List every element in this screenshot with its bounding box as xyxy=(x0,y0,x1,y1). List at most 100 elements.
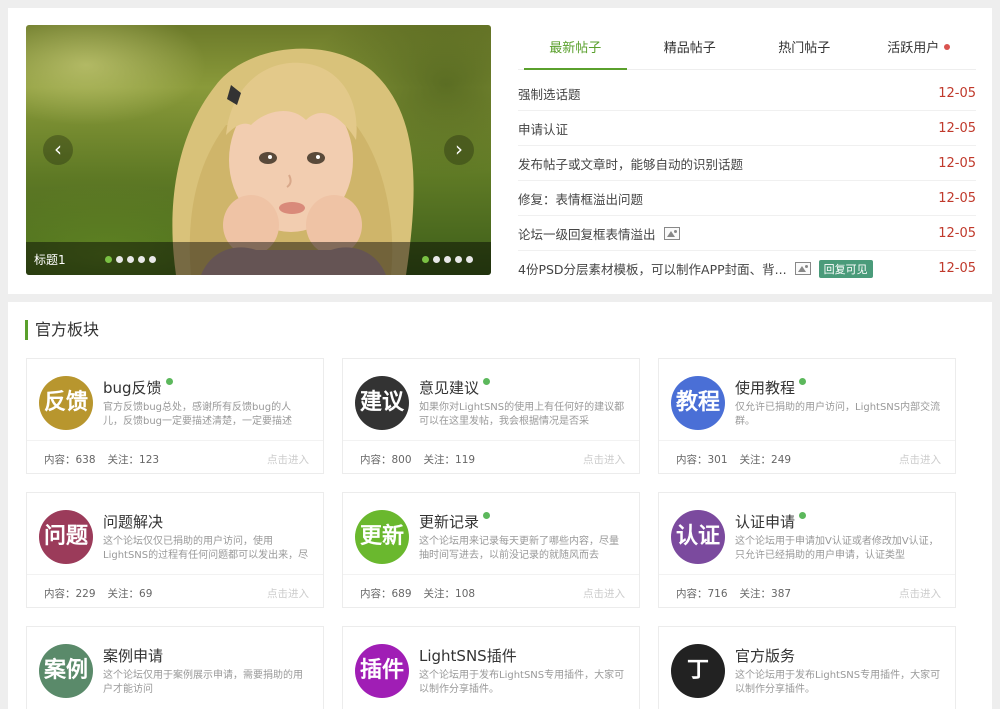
tab-featured-posts[interactable]: 精品帖子 xyxy=(633,34,748,69)
post-date: 12-05 xyxy=(938,155,976,171)
enter-link[interactable]: 点击进入 xyxy=(583,586,625,601)
slide-dots-left[interactable] xyxy=(105,256,156,263)
board-description: 官方反馈bug总处，感谢所有反馈bug的人儿，反馈bug一定要描述清楚，一定要描… xyxy=(103,402,293,427)
enter-link[interactable]: 点击进入 xyxy=(899,452,941,467)
board-card-plugins[interactable]: 插件 LightSNS插件 这个论坛用于发布LightSNS专用插件，大家可以制… xyxy=(342,626,640,709)
slide-dot[interactable] xyxy=(105,256,112,263)
enter-link[interactable]: 点击进入 xyxy=(267,586,309,601)
board-description: 如果你对LightSNS的使用上有任何好的建议都可以在这里发帖，我会根据情况是否… xyxy=(419,402,625,427)
board-name[interactable]: 更新记录 xyxy=(419,511,491,532)
tab-latest-posts[interactable]: 最新帖子 xyxy=(518,34,633,70)
post-item[interactable]: 强制选话题 12-05 xyxy=(518,76,976,111)
slide-dot[interactable] xyxy=(466,256,473,263)
board-card-suggestions[interactable]: 建议 意见建议 如果你对LightSNS的使用上有任何好的建议都可以在这里发帖，… xyxy=(342,358,640,474)
slide-caption: 标题1 xyxy=(34,253,66,267)
board-logo: 更新 xyxy=(355,510,409,564)
prev-slide-button[interactable]: ‹ xyxy=(43,135,73,165)
online-dot xyxy=(483,512,491,519)
enter-link[interactable]: 点击进入 xyxy=(267,452,309,467)
content-count: 内容：800 xyxy=(360,454,412,466)
post-title[interactable]: 申请认证 xyxy=(518,119,930,138)
slide-dot[interactable] xyxy=(455,256,462,263)
section-title: 官方板块 xyxy=(25,320,99,340)
content-count: 内容：638 xyxy=(44,454,96,466)
follow-count: 关注：108 xyxy=(423,588,476,600)
board-footer: 内容：229 关注：69 点击进入 xyxy=(27,574,323,607)
slide-dot[interactable] xyxy=(444,256,451,263)
post-title[interactable]: 强制选话题 xyxy=(518,84,930,103)
board-footer: 内容：716 关注：387 点击进入 xyxy=(659,574,955,607)
post-item[interactable]: 论坛一级回复框表情溢出 12-05 xyxy=(518,216,976,251)
board-card-tutorials[interactable]: 教程 使用教程 仅允许已捐助的用户访问，LightSNS内部交流群。 内容：30… xyxy=(658,358,956,474)
post-date: 12-05 xyxy=(938,261,976,276)
board-description: 这个论坛用来记录每天更新了哪些内容，尽量抽时间写进去，以前没记录的就随风而去 xyxy=(419,536,619,561)
post-title[interactable]: 论坛一级回复框表情溢出 xyxy=(518,224,656,243)
board-name[interactable]: 问题解决 xyxy=(103,511,163,532)
tab-active-users[interactable]: 活跃用户 xyxy=(862,34,977,69)
post-date: 12-05 xyxy=(938,225,976,241)
board-card-problem-solving[interactable]: 问题 问题解决 这个论坛仅仅已捐助的用户访问，使用LightSNS的过程有任何问… xyxy=(26,492,324,608)
slide-caption-bar: 标题1 xyxy=(26,242,491,275)
post-title[interactable]: 4份PSD分层素材模板，可以制作APP封面、背... xyxy=(518,259,787,278)
slide-dot[interactable] xyxy=(116,256,123,263)
image-slider[interactable]: ‹ › 标题1 xyxy=(26,25,491,275)
online-dot xyxy=(483,378,491,385)
board-logo: 建议 xyxy=(355,376,409,430)
board-card-bug-feedback[interactable]: 反馈 bug反馈 官方反馈bug总处，感谢所有反馈bug的人儿，反馈bug一定要… xyxy=(26,358,324,474)
board-name[interactable]: 案例申请 xyxy=(103,645,163,666)
post-item[interactable]: 4份PSD分层素材模板，可以制作APP封面、背... 回复可见 12-05 xyxy=(518,251,976,286)
slide-dots-right[interactable] xyxy=(422,256,473,263)
board-card-official-affairs[interactable]: 丁 官方版务 这个论坛用于发布LightSNS专用插件，大家可以制作分享插件。 xyxy=(658,626,956,709)
post-list: 强制选话题 12-05 申请认证 12-05 发布帖子或文章时，能够自动的识别话… xyxy=(518,76,976,286)
board-description: 这个论坛仅用于案例展示申请，需要捐助的用户才能访问 xyxy=(103,670,303,695)
content-count: 内容：301 xyxy=(676,454,728,466)
content-count: 内容：716 xyxy=(676,588,728,600)
follow-count: 关注：119 xyxy=(423,454,476,466)
post-title-wrap[interactable]: 论坛一级回复框表情溢出 xyxy=(518,224,930,243)
board-name[interactable]: 认证申请 xyxy=(735,511,807,532)
top-panel: ‹ › 标题1 最新帖子 精品帖子 热门帖子 活跃用户 强制选话题 12-05 … xyxy=(8,8,992,294)
post-item[interactable]: 发布帖子或文章时，能够自动的识别话题 12-05 xyxy=(518,146,976,181)
slide-dot[interactable] xyxy=(149,256,156,263)
chevron-left-icon: ‹ xyxy=(54,137,62,161)
post-item[interactable]: 申请认证 12-05 xyxy=(518,111,976,146)
board-card-verification[interactable]: 认证 认证申请 这个论坛用于申请加V认证或者修改加V认证，只允许已经捐助的用户申… xyxy=(658,492,956,608)
board-description: 这个论坛用于发布LightSNS专用插件，大家可以制作分享插件。 xyxy=(735,670,941,695)
board-logo: 插件 xyxy=(355,644,409,698)
chevron-right-icon: › xyxy=(455,137,463,161)
board-name[interactable]: LightSNS插件 xyxy=(419,645,517,666)
board-logo: 丁 xyxy=(671,644,725,698)
board-name[interactable]: bug反馈 xyxy=(103,377,173,398)
tab-hot-posts[interactable]: 热门帖子 xyxy=(747,34,862,69)
slide-dot[interactable] xyxy=(433,256,440,263)
board-logo: 教程 xyxy=(671,376,725,430)
board-name[interactable]: 官方版务 xyxy=(735,645,795,666)
image-icon xyxy=(663,226,680,240)
board-name[interactable]: 使用教程 xyxy=(735,377,807,398)
enter-link[interactable]: 点击进入 xyxy=(583,452,625,467)
post-item[interactable]: 修复：表情框溢出问题 12-05 xyxy=(518,181,976,216)
online-dot xyxy=(799,378,807,385)
post-title[interactable]: 修复：表情框溢出问题 xyxy=(518,189,930,208)
board-logo: 案例 xyxy=(39,644,93,698)
content-count: 内容：229 xyxy=(44,588,96,600)
content-count: 内容：689 xyxy=(360,588,412,600)
enter-link[interactable]: 点击进入 xyxy=(899,586,941,601)
post-title[interactable]: 发布帖子或文章时，能够自动的识别话题 xyxy=(518,154,930,173)
slide-dot[interactable] xyxy=(138,256,145,263)
board-description: 仅允许已捐助的用户访问，LightSNS内部交流群。 xyxy=(735,402,941,427)
follow-count: 关注：387 xyxy=(739,588,792,600)
board-card-cases[interactable]: 案例 案例申请 这个论坛仅用于案例展示申请，需要捐助的用户才能访问 xyxy=(26,626,324,709)
board-card-changelog[interactable]: 更新 更新记录 这个论坛用来记录每天更新了哪些内容，尽量抽时间写进去，以前没记录… xyxy=(342,492,640,608)
post-title-wrap[interactable]: 4份PSD分层素材模板，可以制作APP封面、背... 回复可见 xyxy=(518,259,930,278)
next-slide-button[interactable]: › xyxy=(444,135,474,165)
notification-dot xyxy=(944,44,951,50)
board-name[interactable]: 意见建议 xyxy=(419,377,491,398)
post-date: 12-05 xyxy=(938,120,976,136)
online-dot xyxy=(799,512,807,519)
online-dot xyxy=(165,378,173,385)
slide-dot[interactable] xyxy=(422,256,429,263)
board-description: 这个论坛用于申请加V认证或者修改加V认证，只允许已经捐助的用户申请，认证类型 xyxy=(735,536,939,561)
post-tabs: 最新帖子 精品帖子 热门帖子 活跃用户 xyxy=(518,34,976,70)
slide-dot[interactable] xyxy=(127,256,134,263)
